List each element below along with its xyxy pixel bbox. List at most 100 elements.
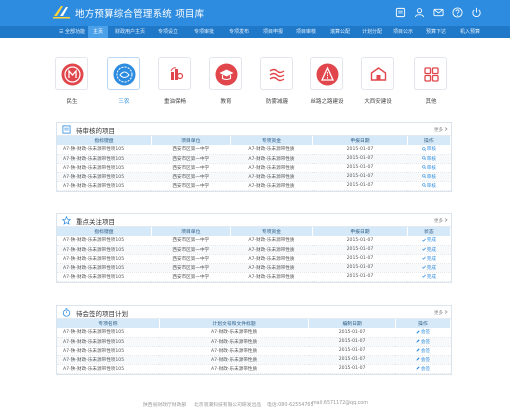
panel-header: 待会签的项目计划 更多 xyxy=(57,306,451,319)
category-tile-other[interactable] xyxy=(414,57,447,90)
category-tile-sannong[interactable] xyxy=(107,57,140,90)
cell-plan: A7-财政-乐未源带性质 xyxy=(159,328,309,338)
smog-icon xyxy=(266,63,289,86)
review-action[interactable]: 审核 xyxy=(407,181,451,191)
cell-date: 2015-01-07 xyxy=(308,328,396,338)
table-row: A7-陕-财政-乐未源带性项105 西安市区第一中学 A7-财政-乐未源带性质 … xyxy=(57,163,451,173)
cell-plan: A7-财政-乐未源带性质 xyxy=(159,337,309,347)
cell-code: A7-陕-财政-乐未源带性项105 xyxy=(57,163,152,173)
column-header: 项目单位 xyxy=(151,227,231,236)
category-label-minsheng: 民生 xyxy=(66,99,78,105)
table-row: A7-陕-财政-乐未源带性项105 西安市区第一中学 A7-财政-乐未源带性质 … xyxy=(57,254,451,264)
check-icon xyxy=(421,265,426,269)
footer-email[interactable]: mail:6571172@qq.com xyxy=(312,401,368,406)
cell-fund: A7-财政-乐未源带性质 xyxy=(230,263,313,273)
nav-all-functions[interactable]: ☰ 全部功能 xyxy=(58,26,86,38)
cell-unit: 西安市区第一中学 xyxy=(151,272,231,282)
cell-code: A7-陕-财政-乐未源带性项105 xyxy=(57,181,152,191)
more-link[interactable]: 更多 xyxy=(434,127,443,133)
nav-project-review[interactable]: 项目审核 xyxy=(290,26,322,38)
nav-into-budget[interactable]: 机入预算 xyxy=(454,26,486,38)
cell-plan: A7-财政-乐未源带性质 xyxy=(159,364,309,374)
document-icon xyxy=(62,125,71,134)
power-icon[interactable] xyxy=(471,7,482,18)
table-row: A7-陕-财政-乐未源带性项105 西安市区第一中学 A7-财政-乐未源带性质 … xyxy=(57,236,451,246)
cell-name: A7-陕-财政-乐未源带性项105 xyxy=(57,328,160,338)
column-header: 编制日期 xyxy=(308,319,396,328)
cell-code: A7-陕-财政-乐未源带性项105 xyxy=(57,154,152,164)
pencil-icon xyxy=(416,330,420,334)
sign-action[interactable]: 会签 xyxy=(395,346,451,356)
sign-action[interactable]: 会签 xyxy=(395,337,451,347)
cell-fund: A7-财政-乐未源带性质 xyxy=(230,272,313,282)
table-row: A7-陕-财政-乐未源带性项105 西安市区第一中学 A7-财政-乐未源带性质 … xyxy=(57,245,451,255)
category-tile-smog[interactable] xyxy=(260,57,293,90)
cell-fund: A7-财政-乐未源带性质 xyxy=(230,245,313,255)
panel-header: 待审核的项目 更多 xyxy=(57,123,451,136)
nav-special-setup[interactable]: 专项设立 xyxy=(152,26,184,38)
table-row: A7-陕-财政-乐未源带性项105 西安市区第一中学 A7-财政-乐未源带性质 … xyxy=(57,154,451,164)
nav-budget-allocation[interactable]: 滚算公配 xyxy=(324,26,356,38)
main-nav: ☰ 全部功能 主页 财政用户主页 专项设立 专项审批 专项发布 项目申报 项目审… xyxy=(0,26,510,38)
help-icon[interactable] xyxy=(452,7,463,18)
sign-action[interactable]: 会签 xyxy=(395,355,451,365)
cell-date: 2015-01-07 xyxy=(312,245,408,255)
review-action[interactable]: 审核 xyxy=(407,154,451,164)
table-row: A7-陕-财政-乐未源带性项105 西安市区第一中学 A7-财政-乐未源带性质 … xyxy=(57,263,451,273)
cell-date: 2015-01-07 xyxy=(308,346,396,356)
user-icon[interactable] xyxy=(414,7,425,18)
nav-project-apply[interactable]: 项目申报 xyxy=(257,26,289,38)
category-label-city: 大西安建设 xyxy=(364,99,392,105)
category-tile-silkroad[interactable] xyxy=(310,57,343,90)
cell-unit: 西安市区第一中学 xyxy=(151,181,231,191)
cell-name: A7-陕-财政-乐未源带性项105 xyxy=(57,355,160,365)
column-header: 计划文号和文件标题 xyxy=(159,319,310,328)
table-row: A7-陕-财政-乐未源带性项105 A7-财政-乐未源带性质 2015-01-0… xyxy=(57,364,451,374)
review-icon xyxy=(421,174,426,178)
nav-budget-issue[interactable]: 预算下达 xyxy=(420,26,452,38)
cell-date: 2015-01-07 xyxy=(308,337,396,347)
column-header: 专项资金 xyxy=(230,136,314,145)
review-action[interactable]: 审核 xyxy=(407,145,451,155)
cell-date: 2015-01-07 xyxy=(308,355,396,365)
cell-fund: A7-财政-乐未源带性质 xyxy=(230,154,313,164)
category-tile-minsheng[interactable] xyxy=(55,57,88,90)
cell-unit: 西安市区第一中学 xyxy=(151,236,231,246)
nav-special-approval[interactable]: 专项审批 xyxy=(188,26,220,38)
cell-unit: 西安市区第一中学 xyxy=(151,245,231,255)
sign-action[interactable]: 会签 xyxy=(395,328,451,338)
star-icon xyxy=(62,216,71,225)
more-link[interactable]: 更多 xyxy=(434,310,443,316)
pending-sign-table: 专项名称 计划文号和文件标题 编制日期 操作 A7-陕-财政-乐未源带性项105… xyxy=(57,319,452,374)
panel-title: 重点关注项目 xyxy=(76,218,115,226)
nav-home[interactable]: 主页 xyxy=(88,26,108,38)
menu-icon: ☰ xyxy=(58,29,64,35)
column-header: 专项资金 xyxy=(230,227,314,236)
nav-finance-user-home[interactable]: 财政用户主页 xyxy=(110,26,150,38)
silkroad-icon xyxy=(316,63,339,86)
cell-date: 2015-01-07 xyxy=(312,181,408,191)
more-link[interactable]: 更多 xyxy=(434,218,443,224)
cell-fund: A7-财政-乐未源带性质 xyxy=(230,172,313,182)
cell-unit: 西安市区第一中学 xyxy=(151,145,231,155)
app-title: 地方预算综合管理系统 项目库 xyxy=(75,9,205,20)
nav-project-publicity[interactable]: 项目公示 xyxy=(387,26,419,38)
nav-special-publish[interactable]: 专项发布 xyxy=(223,26,255,38)
cell-code: A7-陕-财政-乐未源带性项105 xyxy=(57,245,152,255)
category-tile-refinery[interactable] xyxy=(158,57,191,90)
notice-icon[interactable] xyxy=(395,7,406,18)
pencil-icon xyxy=(416,366,420,370)
nav-plan-allocation[interactable]: 计划分配 xyxy=(356,26,388,38)
category-tile-city[interactable] xyxy=(361,57,394,90)
mail-icon[interactable] xyxy=(433,7,444,18)
sign-action[interactable]: 会签 xyxy=(395,364,451,374)
pending-sign-panel: 待会签的项目计划 更多 专项名称 计划文号和文件标题 编制日期 操作 A7-陕-… xyxy=(56,305,452,375)
cell-unit: 西安市区第一中学 xyxy=(151,163,231,173)
pending-review-panel: 待审核的项目 更多 指标键盘 项目单位 专项资金 申报日期 操作 A7-陕-财政… xyxy=(56,122,452,192)
category-tile-education[interactable] xyxy=(209,57,242,90)
table-row: A7-陕-财政-乐未源带性项105 西安市区第一中学 A7-财政-乐未源带性质 … xyxy=(57,272,451,282)
review-action[interactable]: 审核 xyxy=(407,163,451,173)
cell-code: A7-陕-财政-乐未源带性项105 xyxy=(57,236,152,246)
cell-date: 2015-01-07 xyxy=(312,154,408,164)
review-action[interactable]: 审核 xyxy=(407,172,451,182)
